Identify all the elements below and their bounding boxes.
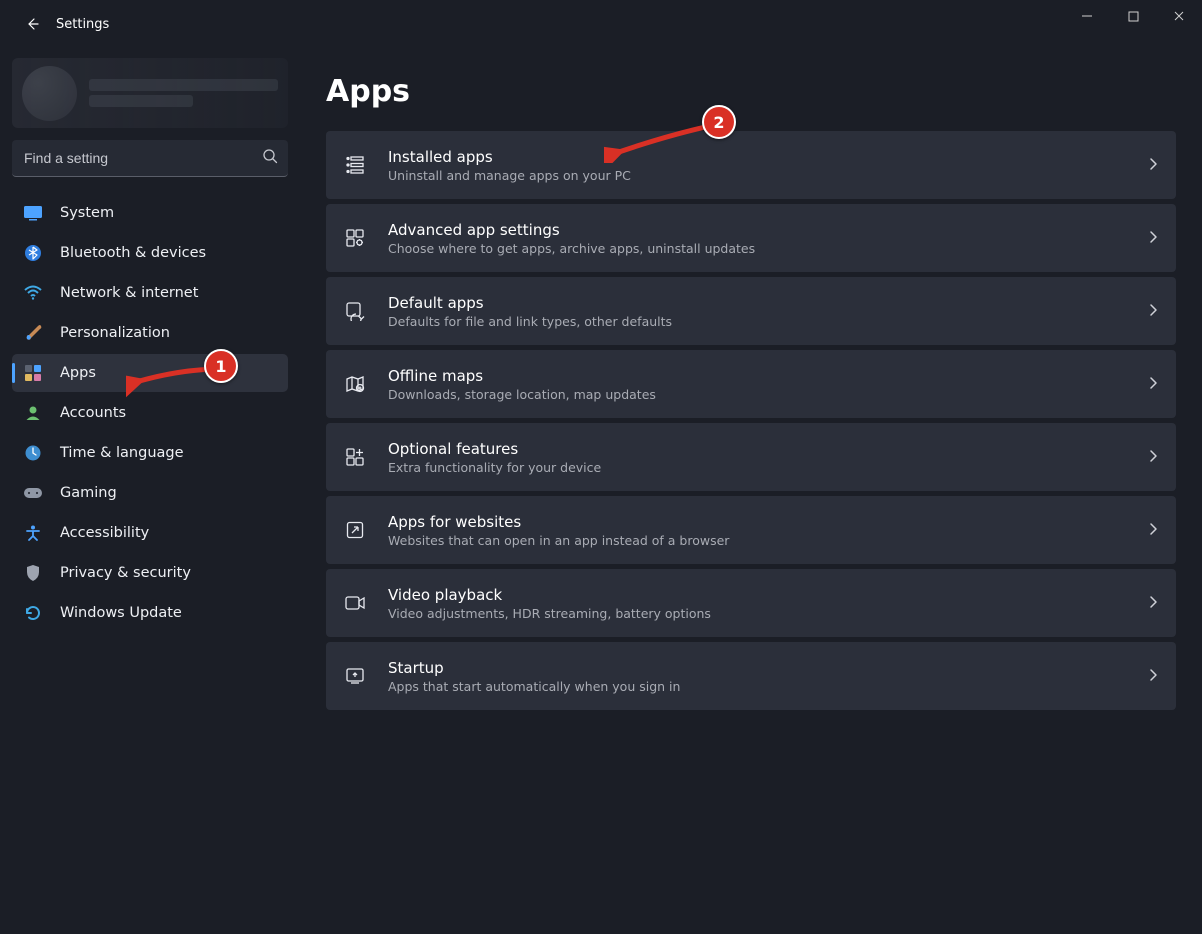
map-icon bbox=[344, 373, 366, 395]
chevron-right-icon bbox=[1148, 302, 1158, 321]
card-startup[interactable]: Startup Apps that start automatically wh… bbox=[326, 642, 1176, 710]
card-title: Apps for websites bbox=[388, 513, 1148, 531]
sidebar-item-label: Windows Update bbox=[60, 605, 182, 621]
bluetooth-icon bbox=[22, 242, 44, 264]
default-apps-icon bbox=[344, 300, 366, 322]
chevron-right-icon bbox=[1148, 156, 1158, 175]
card-advanced-app-settings[interactable]: Advanced app settings Choose where to ge… bbox=[326, 204, 1176, 272]
search-icon bbox=[262, 148, 278, 168]
sidebar-item-system[interactable]: System bbox=[12, 194, 288, 232]
user-profile[interactable] bbox=[12, 58, 288, 128]
sidebar-item-gaming[interactable]: Gaming bbox=[12, 474, 288, 512]
back-arrow-icon bbox=[24, 16, 40, 32]
search-box[interactable] bbox=[12, 140, 288, 177]
card-offline-maps[interactable]: Offline maps Downloads, storage location… bbox=[326, 350, 1176, 418]
close-button[interactable] bbox=[1156, 0, 1202, 32]
sidebar-item-label: Network & internet bbox=[60, 285, 198, 301]
person-icon bbox=[22, 402, 44, 424]
card-default-apps[interactable]: Default apps Defaults for file and link … bbox=[326, 277, 1176, 345]
back-button[interactable] bbox=[14, 6, 50, 42]
card-installed-apps[interactable]: Installed apps Uninstall and manage apps… bbox=[326, 131, 1176, 199]
card-title: Optional features bbox=[388, 440, 1148, 458]
installed-apps-icon bbox=[344, 154, 366, 176]
card-subtitle: Choose where to get apps, archive apps, … bbox=[388, 241, 1148, 256]
window-controls bbox=[1064, 0, 1202, 48]
card-subtitle: Websites that can open in an app instead… bbox=[388, 533, 1148, 548]
sidebar-item-windows-update[interactable]: Windows Update bbox=[12, 594, 288, 632]
shield-icon bbox=[22, 562, 44, 584]
apps-icon bbox=[22, 362, 44, 384]
minimize-button[interactable] bbox=[1064, 0, 1110, 32]
advanced-settings-icon bbox=[344, 227, 366, 249]
card-title: Startup bbox=[388, 659, 1148, 677]
card-apps-for-websites[interactable]: Apps for websites Websites that can open… bbox=[326, 496, 1176, 564]
startup-icon bbox=[344, 665, 366, 687]
sidebar-item-label: Privacy & security bbox=[60, 565, 191, 581]
video-icon bbox=[344, 592, 366, 614]
card-subtitle: Apps that start automatically when you s… bbox=[388, 679, 1148, 694]
sidebar-item-label: Bluetooth & devices bbox=[60, 245, 206, 261]
window-title: Settings bbox=[56, 17, 109, 32]
chevron-right-icon bbox=[1148, 594, 1158, 613]
wifi-icon bbox=[22, 282, 44, 304]
card-subtitle: Video adjustments, HDR streaming, batter… bbox=[388, 606, 1148, 621]
sidebar-item-personalization[interactable]: Personalization bbox=[12, 314, 288, 352]
sidebar-item-label: Accounts bbox=[60, 405, 126, 421]
close-icon bbox=[1173, 10, 1185, 22]
minimize-icon bbox=[1081, 10, 1093, 22]
maximize-button[interactable] bbox=[1110, 0, 1156, 32]
card-subtitle: Defaults for file and link types, other … bbox=[388, 314, 1148, 329]
card-title: Default apps bbox=[388, 294, 1148, 312]
optional-features-icon bbox=[344, 446, 366, 468]
sidebar-item-accessibility[interactable]: Accessibility bbox=[12, 514, 288, 552]
card-subtitle: Uninstall and manage apps on your PC bbox=[388, 168, 1148, 183]
sidebar-item-bluetooth[interactable]: Bluetooth & devices bbox=[12, 234, 288, 272]
card-subtitle: Downloads, storage location, map updates bbox=[388, 387, 1148, 402]
chevron-right-icon bbox=[1148, 448, 1158, 467]
chevron-right-icon bbox=[1148, 521, 1158, 540]
sidebar-item-network[interactable]: Network & internet bbox=[12, 274, 288, 312]
sidebar-item-label: Time & language bbox=[60, 445, 184, 461]
chevron-right-icon bbox=[1148, 229, 1158, 248]
system-icon bbox=[22, 202, 44, 224]
sidebar: System Bluetooth & devices Network & int… bbox=[0, 48, 300, 934]
search-input[interactable] bbox=[22, 149, 256, 167]
sidebar-item-label: Personalization bbox=[60, 325, 170, 341]
avatar bbox=[22, 66, 77, 121]
clock-globe-icon bbox=[22, 442, 44, 464]
card-video-playback[interactable]: Video playback Video adjustments, HDR st… bbox=[326, 569, 1176, 637]
page-title: Apps bbox=[326, 74, 1176, 109]
apps-websites-icon bbox=[344, 519, 366, 541]
card-title: Advanced app settings bbox=[388, 221, 1148, 239]
sidebar-nav: System Bluetooth & devices Network & int… bbox=[8, 193, 292, 633]
card-title: Installed apps bbox=[388, 148, 1148, 166]
sidebar-item-label: Gaming bbox=[60, 485, 117, 501]
sidebar-item-accounts[interactable]: Accounts bbox=[12, 394, 288, 432]
sidebar-item-label: Accessibility bbox=[60, 525, 149, 541]
card-subtitle: Extra functionality for your device bbox=[388, 460, 1148, 475]
sidebar-item-time-language[interactable]: Time & language bbox=[12, 434, 288, 472]
chevron-right-icon bbox=[1148, 375, 1158, 394]
gamepad-icon bbox=[22, 482, 44, 504]
card-optional-features[interactable]: Optional features Extra functionality fo… bbox=[326, 423, 1176, 491]
chevron-right-icon bbox=[1148, 667, 1158, 686]
card-title: Offline maps bbox=[388, 367, 1148, 385]
sidebar-item-label: Apps bbox=[60, 365, 96, 381]
maximize-icon bbox=[1128, 11, 1139, 22]
profile-text-placeholder bbox=[89, 75, 278, 111]
accessibility-icon bbox=[22, 522, 44, 544]
update-icon bbox=[22, 602, 44, 624]
main-content: Apps Installed apps Uninstall and manage… bbox=[300, 48, 1202, 934]
card-title: Video playback bbox=[388, 586, 1148, 604]
sidebar-item-apps[interactable]: Apps bbox=[12, 354, 288, 392]
paintbrush-icon bbox=[22, 322, 44, 344]
title-bar: Settings bbox=[0, 0, 1202, 48]
sidebar-item-privacy[interactable]: Privacy & security bbox=[12, 554, 288, 592]
sidebar-item-label: System bbox=[60, 205, 114, 221]
